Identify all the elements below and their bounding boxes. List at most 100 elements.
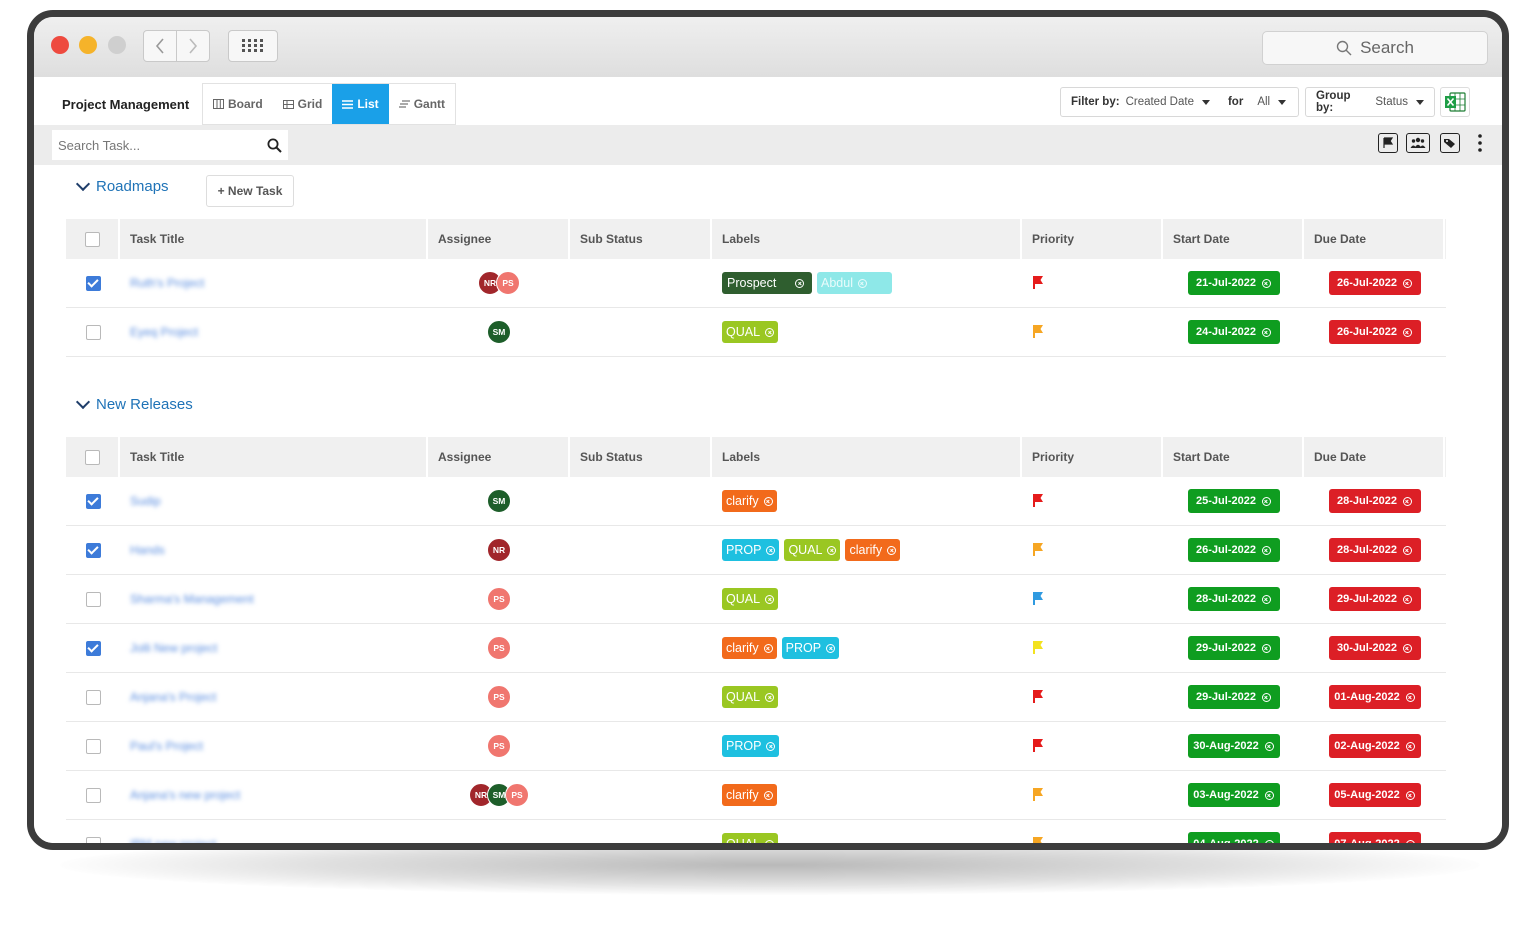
label-tag[interactable]: clarify: [722, 784, 777, 806]
label-tag[interactable]: QUAL: [722, 321, 779, 343]
priority-flag-icon[interactable]: [1032, 543, 1044, 557]
filter-dropdown[interactable]: Filter by: Created Date for All: [1060, 87, 1299, 117]
export-excel-button[interactable]: [1440, 87, 1470, 117]
remove-label-icon[interactable]: [765, 839, 775, 843]
remove-label-icon[interactable]: [765, 692, 775, 702]
start-date-badge[interactable]: 29-Jul-2022: [1187, 636, 1280, 660]
remove-label-icon[interactable]: [857, 278, 867, 288]
priority-flag-icon[interactable]: [1032, 276, 1044, 290]
row-checkbox[interactable]: [85, 689, 101, 705]
window-search[interactable]: Search: [1262, 31, 1488, 65]
row-checkbox[interactable]: [85, 324, 101, 340]
row-checkbox[interactable]: [85, 591, 101, 607]
clear-date-icon[interactable]: [1264, 839, 1274, 843]
clear-date-icon[interactable]: [1261, 545, 1271, 555]
group-header-new-releases[interactable]: New Releases: [75, 394, 193, 413]
task-title-link[interactable]: IBM new project: [130, 837, 216, 843]
clear-date-icon[interactable]: [1402, 545, 1412, 555]
avatar[interactable]: PS: [496, 271, 520, 295]
label-tag[interactable]: Abdul: [817, 272, 892, 294]
app-grid-button[interactable]: [228, 30, 278, 62]
due-date-badge[interactable]: 26-Jul-2022: [1328, 320, 1421, 344]
close-window-button[interactable]: [51, 36, 69, 54]
label-tag[interactable]: QUAL: [784, 539, 841, 561]
row-checkbox[interactable]: [85, 493, 101, 509]
label-tag[interactable]: clarify: [722, 490, 777, 512]
due-date-badge[interactable]: 30-Jul-2022: [1328, 636, 1421, 660]
tab-grid[interactable]: Grid: [273, 84, 333, 124]
start-date-badge[interactable]: 04-Aug-2022: [1187, 832, 1280, 843]
clear-date-icon[interactable]: [1264, 790, 1274, 800]
due-date-badge[interactable]: 26-Jul-2022: [1328, 271, 1421, 295]
priority-flag-icon[interactable]: [1032, 592, 1044, 606]
group-by-dropdown[interactable]: Group by: Status: [1305, 87, 1435, 117]
clear-date-icon[interactable]: [1402, 594, 1412, 604]
priority-flag-icon[interactable]: [1032, 494, 1044, 508]
remove-label-icon[interactable]: [763, 643, 773, 653]
remove-label-icon[interactable]: [827, 545, 837, 555]
row-checkbox[interactable]: [85, 738, 101, 754]
label-tag[interactable]: PROP: [722, 735, 780, 757]
start-date-badge[interactable]: 03-Aug-2022: [1187, 783, 1280, 807]
avatar[interactable]: PS: [505, 783, 529, 807]
tag-filter-button[interactable]: [1440, 133, 1460, 153]
avatar[interactable]: PS: [487, 734, 511, 758]
task-search-input[interactable]: Search Task...: [52, 130, 288, 160]
task-title-link[interactable]: Hands: [130, 543, 165, 557]
due-date-badge[interactable]: 05-Aug-2022: [1328, 783, 1421, 807]
avatar[interactable]: PS: [487, 587, 511, 611]
zoom-window-button[interactable]: [108, 36, 126, 54]
forward-button[interactable]: [176, 30, 210, 62]
avatar[interactable]: SM: [487, 320, 511, 344]
task-title-link[interactable]: Ruth's Project: [130, 276, 204, 290]
avatar[interactable]: NR: [487, 538, 511, 562]
remove-label-icon[interactable]: [763, 790, 773, 800]
clear-date-icon[interactable]: [1405, 790, 1415, 800]
start-date-badge[interactable]: 26-Jul-2022: [1187, 538, 1280, 562]
start-date-badge[interactable]: 24-Jul-2022: [1187, 320, 1280, 344]
tab-gantt[interactable]: Gantt: [389, 84, 455, 124]
team-filter-button[interactable]: [1406, 133, 1430, 153]
clear-date-icon[interactable]: [1261, 692, 1271, 702]
task-title-link[interactable]: Jolli New project: [130, 641, 217, 655]
avatar[interactable]: PS: [487, 685, 511, 709]
start-date-badge[interactable]: 30-Aug-2022: [1187, 734, 1280, 758]
clear-date-icon[interactable]: [1405, 692, 1415, 702]
remove-label-icon[interactable]: [765, 594, 775, 604]
remove-label-icon[interactable]: [763, 496, 773, 506]
clear-date-icon[interactable]: [1264, 741, 1274, 751]
label-tag[interactable]: clarify: [722, 637, 777, 659]
label-tag[interactable]: QUAL: [722, 686, 779, 708]
row-checkbox[interactable]: [85, 542, 101, 558]
task-title-link[interactable]: Anjana's Project: [130, 690, 216, 704]
clear-date-icon[interactable]: [1402, 643, 1412, 653]
label-tag[interactable]: QUAL: [722, 588, 779, 610]
priority-flag-icon[interactable]: [1032, 837, 1044, 843]
avatar[interactable]: PS: [487, 636, 511, 660]
label-tag[interactable]: clarify: [845, 539, 901, 561]
clear-date-icon[interactable]: [1402, 278, 1412, 288]
clear-date-icon[interactable]: [1402, 327, 1412, 337]
clear-date-icon[interactable]: [1261, 643, 1271, 653]
remove-label-icon[interactable]: [826, 643, 836, 653]
remove-label-icon[interactable]: [766, 545, 776, 555]
clear-date-icon[interactable]: [1261, 496, 1271, 506]
start-date-badge[interactable]: 29-Jul-2022: [1187, 685, 1280, 709]
back-button[interactable]: [143, 30, 177, 62]
remove-label-icon[interactable]: [766, 741, 776, 751]
minimize-window-button[interactable]: [79, 36, 97, 54]
clear-date-icon[interactable]: [1261, 327, 1271, 337]
priority-flag-icon[interactable]: [1032, 690, 1044, 704]
priority-flag-icon[interactable]: [1032, 641, 1044, 655]
tab-board[interactable]: Board: [203, 84, 273, 124]
due-date-badge[interactable]: 28-Jul-2022: [1328, 489, 1421, 513]
task-title-link[interactable]: Eyeq Project: [130, 325, 198, 339]
remove-label-icon[interactable]: [887, 545, 897, 555]
select-all-checkbox[interactable]: [84, 231, 100, 247]
task-title-link[interactable]: Anjana's new project: [130, 788, 240, 802]
due-date-badge[interactable]: 28-Jul-2022: [1328, 538, 1421, 562]
label-tag[interactable]: PROP: [722, 539, 780, 561]
due-date-badge[interactable]: 01-Aug-2022: [1328, 685, 1421, 709]
clear-date-icon[interactable]: [1405, 839, 1415, 843]
more-options-button[interactable]: [1478, 134, 1482, 152]
